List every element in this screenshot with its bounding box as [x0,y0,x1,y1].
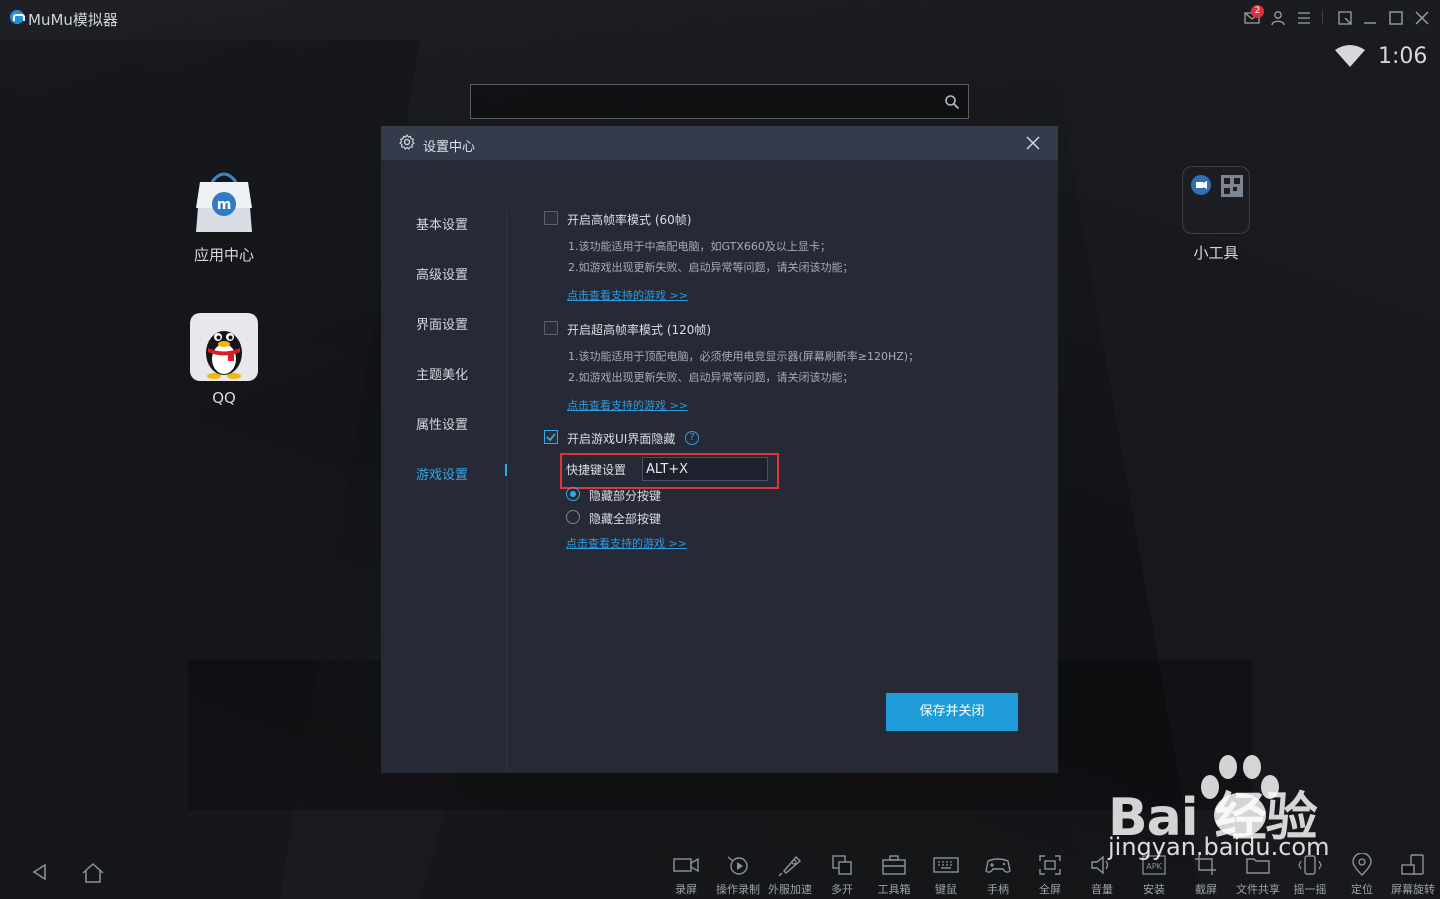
ultra-fps-checkbox[interactable] [544,321,558,335]
widget-tools-shortcut[interactable]: 小工具 [1171,166,1261,263]
ultra-fps-games-link[interactable]: 点击查看支持的游戏 >> [567,397,688,413]
mumu-logo-icon [10,10,25,24]
tool-label: 多开 [831,883,853,896]
shopping-bag-icon: m [190,168,258,236]
watermark-url: jingyan.baidu.com [1108,833,1330,861]
tool-label: 手柄 [987,883,1009,896]
maximize-icon[interactable] [1388,10,1404,26]
close-icon[interactable] [1025,135,1041,151]
settings-nav: 基本设置 高级设置 界面设置 主题美化 属性设置 游戏设置 [381,160,507,773]
toolbox-icon [882,855,906,875]
rocket-icon [778,855,802,877]
tool-label: 键鼠 [935,883,957,896]
gear-icon [399,134,415,150]
high-fps-label: 开启高帧率模式 (60帧) [567,213,692,227]
title-bar: MuMu模拟器 2 [0,0,1440,36]
fullscreen-icon [1039,855,1061,875]
nav-divider [506,210,507,773]
hide-all-label: 隐藏全部按键 [589,512,662,526]
app-label: QQ [212,389,236,407]
rotate-screen-icon [1401,854,1424,875]
qq-shortcut[interactable]: QQ [179,313,269,407]
tool-label: 操作录制 [716,883,760,896]
search-input[interactable] [470,84,969,119]
app-title: MuMu模拟器 [28,11,118,29]
toolbar-multi-instance[interactable]: 多开 [814,853,870,897]
svg-text:m: m [217,197,232,213]
hide-ui-label: 开启游戏UI界面隐藏 [567,432,676,446]
tool-label: 全屏 [1039,883,1061,896]
notification-badge: 2 [1251,5,1264,18]
ultra-fps-label: 开启超高帧率模式 (120帧) [567,323,712,337]
hotkey-label: 快捷键设置 [566,463,627,477]
user-icon[interactable] [1270,10,1286,26]
multi-window-icon [832,855,852,875]
status-clock: 1:06 [1378,44,1428,69]
minimize-icon[interactable] [1362,10,1378,26]
pin-window-icon[interactable] [1337,10,1353,26]
search-icon[interactable] [944,94,960,110]
dialog-title: 设置中心 [423,140,476,155]
nav-property-settings[interactable]: 属性设置 [416,414,468,433]
hotkey-input[interactable] [642,457,768,481]
gamepad-icon [985,858,1011,873]
hide-ui-games-link[interactable]: 点击查看支持的游戏 >> [566,535,687,551]
app-label: 应用中心 [193,246,254,264]
titlebar-divider [1322,10,1323,24]
checkmark-icon [546,433,556,442]
nav-game-settings[interactable]: 游戏设置 [416,464,468,483]
toolbar-record-screen[interactable]: 录屏 [658,853,714,897]
toolbar-rotate-screen[interactable]: 屏幕旋转 [1385,853,1440,897]
nav-interface-settings[interactable]: 界面设置 [416,314,468,333]
tool-label: 屏幕旋转 [1391,883,1435,896]
nav-basic-settings[interactable]: 基本设置 [416,214,468,233]
keyboard-icon [933,857,959,873]
toolbar-overseas-boost[interactable]: 外服加速 [762,853,818,897]
tool-label: 工具箱 [877,883,911,896]
settings-dialog: 设置中心 基本设置 高级设置 界面设置 主题美化 属性设置 游戏设置 开启高帧率… [381,126,1058,773]
toolbar-macro-record[interactable]: 操作录制 [710,853,766,897]
macro-record-icon [727,856,748,875]
qq-penguin-icon [190,313,258,381]
close-window-icon[interactable] [1414,10,1430,26]
toolbar-toolbox[interactable]: 工具箱 [866,853,922,897]
tool-label: 外服加速 [768,883,812,896]
help-icon[interactable]: ? [685,431,699,445]
high-fps-desc-1: 1.该功能适用于中高配电脑，如GTX660及以上显卡； [568,240,831,253]
home-icon[interactable] [81,862,105,884]
dialog-header: 设置中心 [381,126,1058,160]
toolbar-gamepad[interactable]: 手柄 [970,853,1026,897]
nav-active-indicator [505,464,507,476]
high-fps-desc-2: 2.如游戏出现更新失败、启动异常等问题，请关闭该功能； [568,261,854,274]
camera-record-icon [673,857,699,873]
app-label: 小工具 [1193,244,1239,262]
save-and-close-button[interactable]: 保存并关闭 [886,693,1018,731]
high-fps-games-link[interactable]: 点击查看支持的游戏 >> [567,287,688,303]
menu-icon[interactable] [1296,10,1312,26]
app-center-shortcut[interactable]: m 应用中心 [179,168,269,265]
hide-all-radio[interactable] [566,510,580,524]
wifi-icon [1335,45,1365,67]
hide-ui-checkbox[interactable] [544,430,558,444]
baidu-jingyan-watermark: Bai 经验 jingyan.baidu.com [1100,745,1380,895]
hide-partial-label: 隐藏部分按键 [589,489,662,503]
high-fps-checkbox[interactable] [544,211,558,225]
tool-label: 录屏 [675,883,697,896]
hide-partial-radio[interactable] [566,487,580,501]
widget-tools-icon [1182,166,1250,234]
back-icon[interactable] [30,862,50,882]
nav-advanced-settings[interactable]: 高级设置 [416,264,468,283]
toolbar-fullscreen[interactable]: 全屏 [1022,853,1078,897]
toolbar-keyboard-mouse[interactable]: 键鼠 [918,853,974,897]
ultra-fps-desc-2: 2.如游戏出现更新失败、启动异常等问题，请关闭该功能； [568,371,854,384]
nav-theme-settings[interactable]: 主题美化 [416,364,468,383]
ultra-fps-desc-1: 1.该功能适用于顶配电脑，必须使用电竞显示器(屏幕刷新率≥120HZ)； [568,350,920,363]
